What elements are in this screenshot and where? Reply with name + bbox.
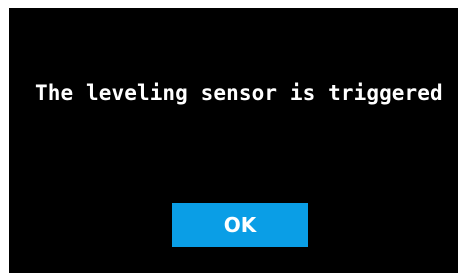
ok-button[interactable]: OK: [172, 203, 308, 247]
alert-message: The leveling sensor is triggered: [35, 81, 443, 105]
alert-dialog: The leveling sensor is triggered OK: [9, 8, 458, 273]
